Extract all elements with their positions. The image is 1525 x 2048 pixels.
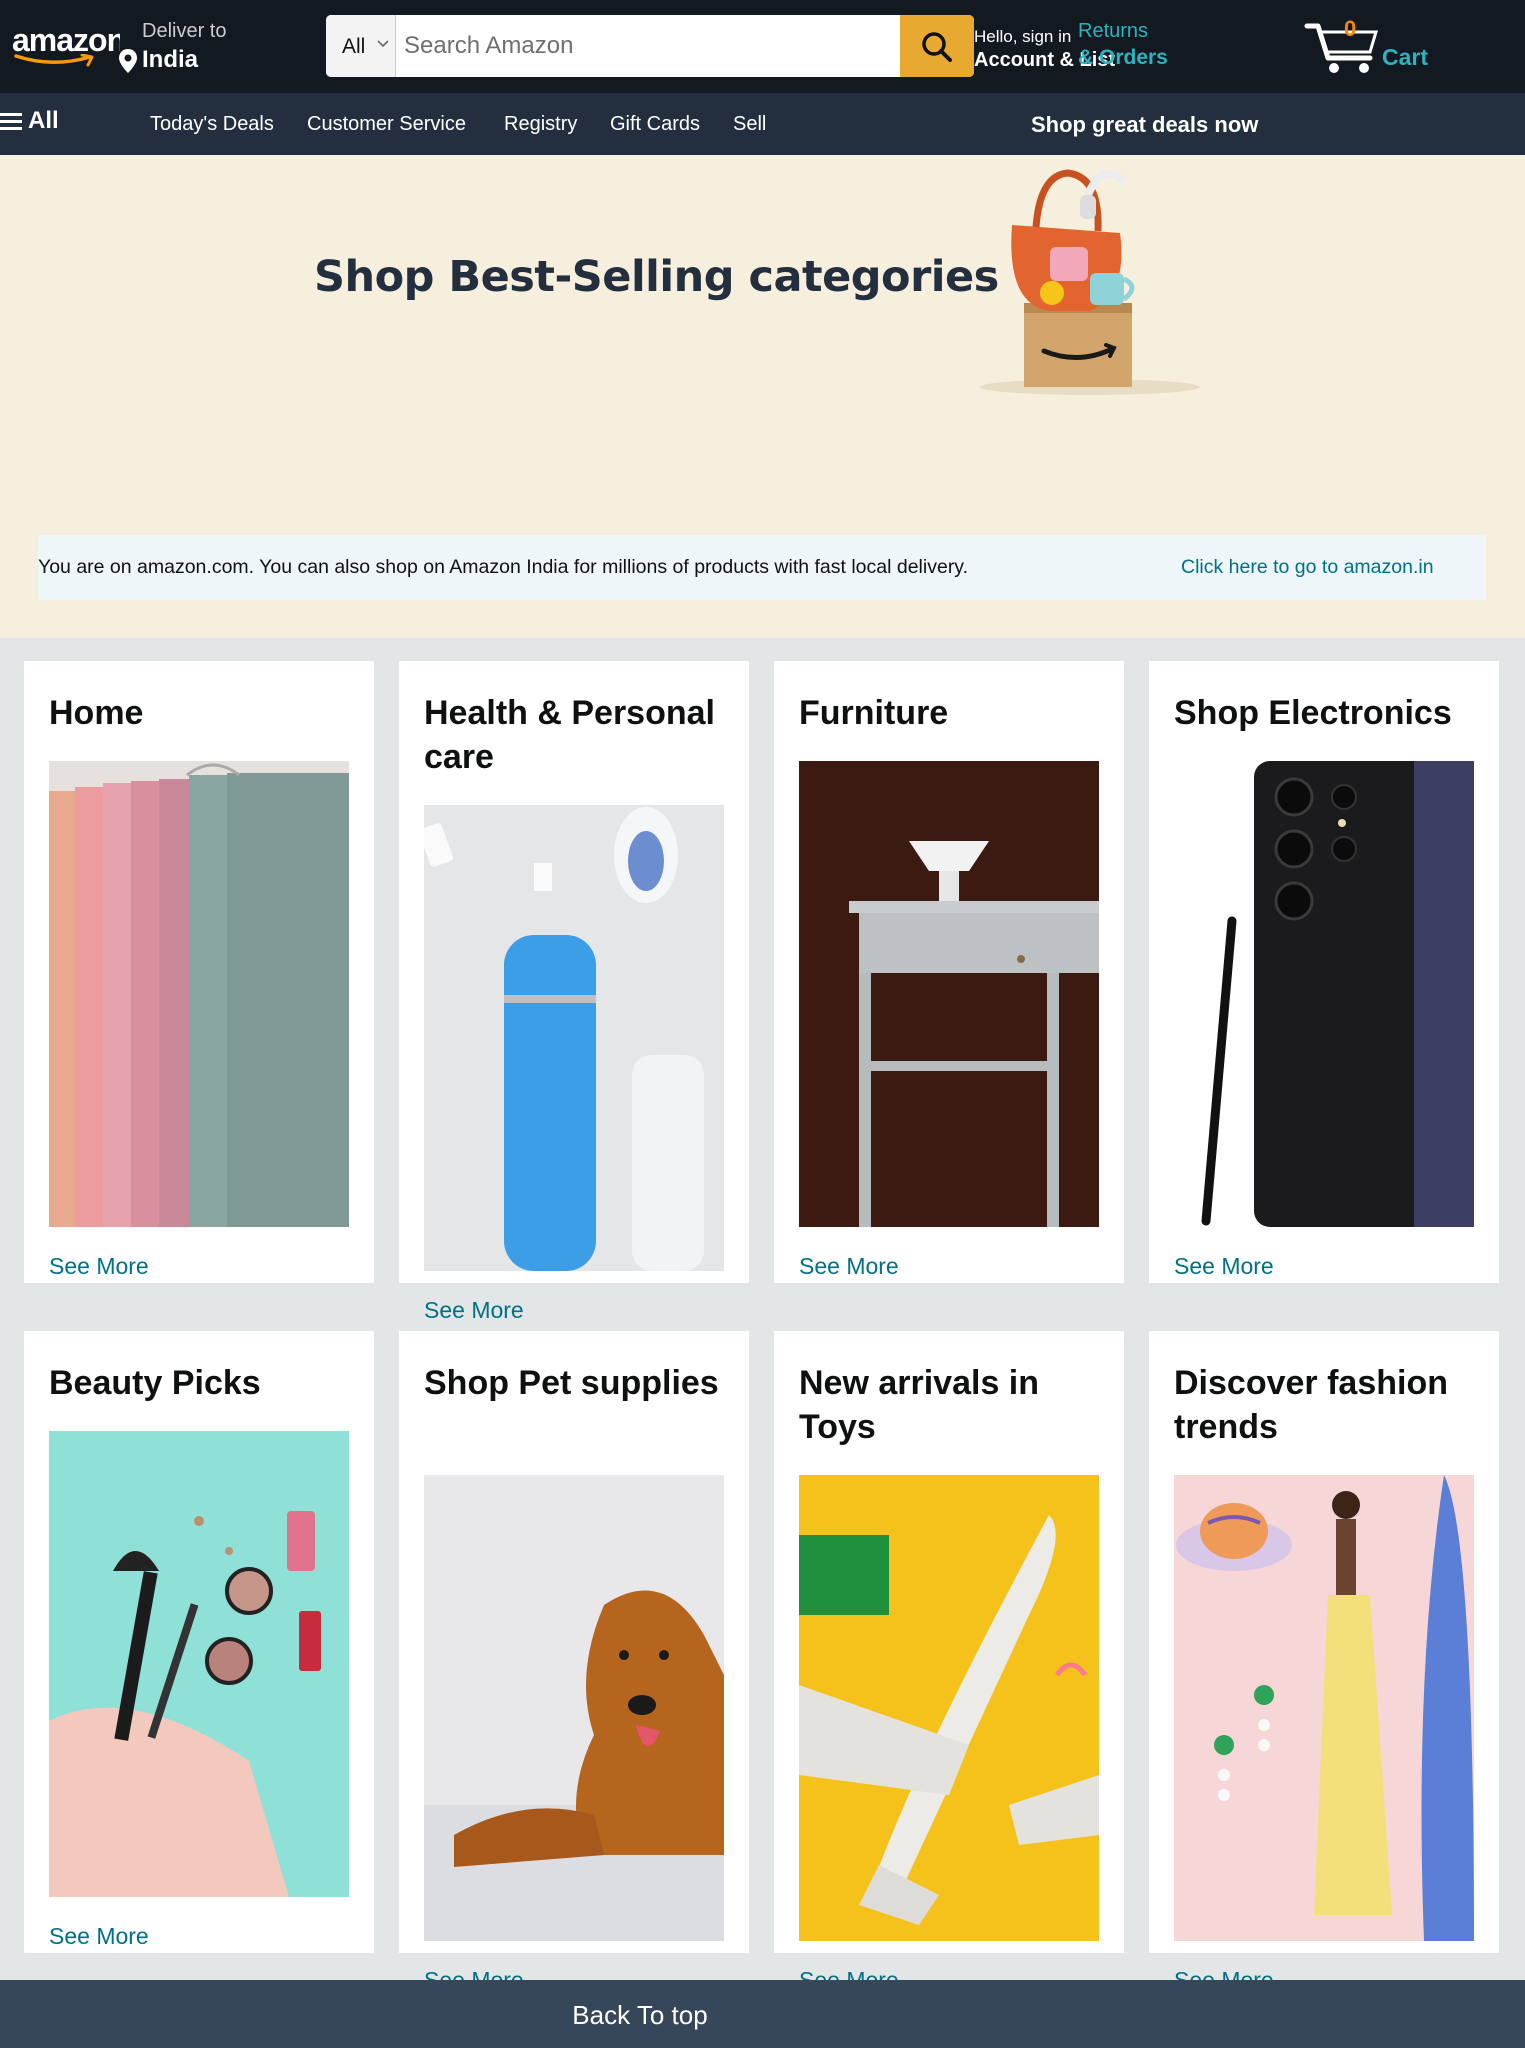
see-more-link[interactable]: See More [49,1923,149,1950]
card-image-makeup[interactable] [49,1431,349,1897]
see-more-link[interactable]: See More [1174,1253,1274,1280]
see-more-link[interactable]: See More [799,1253,899,1280]
card-image-toy-airplane[interactable] [799,1475,1099,1941]
card-title[interactable]: Home [49,691,359,735]
dog-illustration [424,1475,724,1941]
card-title[interactable]: Health & Personal care [424,691,734,779]
makeup-illustration [49,1431,349,1897]
back-to-top-label: Back To top [572,2000,708,2030]
category-card-fashion: Discover fashion trends See More [1149,1331,1499,1993]
card-image-fashion-model[interactable] [1174,1475,1474,1941]
account-greeting: Hello, sign in [974,27,1072,46]
card-image-smartphone[interactable] [1174,761,1474,1227]
card-title[interactable]: New arrivals in Toys [799,1361,1109,1449]
account-and-lists[interactable]: Hello, sign in Account & List Returns & … [974,20,1194,76]
secondary-navbar: All Today's Deals Customer Service Regis… [0,93,1525,155]
hero-title: Shop Best-Selling categories [314,252,999,302]
card-image-side-table[interactable] [799,761,1099,1227]
hero-shopping-box-illustration [980,169,1200,395]
nav-todays-deals[interactable]: Today's Deals [150,113,274,136]
search-button[interactable] [900,15,974,77]
cart-count: 0 [1344,16,1357,41]
orders-label[interactable]: & Orders [1078,46,1168,70]
back-to-top-bar[interactable]: Back To top [0,1980,1525,2048]
category-card-beauty: Beauty Picks See More [24,1331,374,1953]
cart-label: Cart [1382,44,1429,70]
location-pin-icon [119,49,137,73]
towels-illustration [49,761,349,1227]
card-image-health-products[interactable] [424,805,724,1271]
category-card-pet: Shop Pet supplies See More [399,1331,749,1993]
nav-promo-link[interactable]: Shop great deals now [1031,112,1258,138]
all-menu-label: All [28,107,59,134]
search-category-label: All [342,35,366,58]
nav-customer-service[interactable]: Customer Service [307,113,466,136]
search-category-dropdown[interactable]: All [326,15,396,77]
hamburger-menu-icon [0,113,22,130]
top-navbar: amazon Deliver to India All Hello [0,0,1525,93]
search-icon [922,32,952,62]
card-title[interactable]: Beauty Picks [49,1361,359,1405]
smile-arrow-icon [14,54,94,67]
amazon-in-link[interactable]: Click here to go to amazon.in [1181,556,1434,579]
toy-airplane-illustration [799,1475,1099,1941]
card-image-folded-towels[interactable] [49,761,349,1227]
search-bar: All [326,15,974,77]
cart-button[interactable]: 0 Cart [1304,16,1444,76]
deliver-to[interactable]: Deliver to India [118,18,248,74]
locale-notice-text: You are on amazon.com. You can also shop… [38,556,969,578]
search-input[interactable] [400,15,880,77]
deliver-location: India [142,46,199,73]
side-table-illustration [799,761,1099,1227]
category-card-toys: New arrivals in Toys See More [774,1331,1124,1993]
category-card-health: Health & Personal care See More [399,661,749,1323]
chevron-down-icon [377,40,389,48]
card-title[interactable]: Shop Pet supplies [424,1361,734,1405]
category-card-home: Home See More [24,661,374,1283]
nav-registry[interactable]: Registry [504,113,577,136]
smartphone-illustration [1174,761,1474,1227]
nav-gift-cards[interactable]: Gift Cards [610,113,700,136]
card-image-dog[interactable] [424,1475,724,1941]
nav-sell[interactable]: Sell [733,113,766,136]
deliver-label: Deliver to [142,20,227,42]
see-more-link[interactable]: See More [49,1253,149,1280]
cart-icon [1304,23,1379,73]
see-more-link[interactable]: See More [424,1297,524,1324]
category-card-electronics: Shop Electronics See More [1149,661,1499,1283]
returns-label[interactable]: Returns [1078,20,1148,43]
locale-notice: You are on amazon.com. You can also shop… [38,535,1486,600]
fashion-illustration [1174,1475,1474,1941]
card-title[interactable]: Furniture [799,691,1109,735]
health-products-illustration [424,805,724,1271]
card-title[interactable]: Shop Electronics [1174,691,1484,735]
category-card-furniture: Furniture See More [774,661,1124,1283]
card-title[interactable]: Discover fashion trends [1174,1361,1484,1449]
amazon-logo[interactable]: amazon [12,18,124,68]
hero-banner: Shop Best-Selling categories You are on … [0,155,1525,638]
